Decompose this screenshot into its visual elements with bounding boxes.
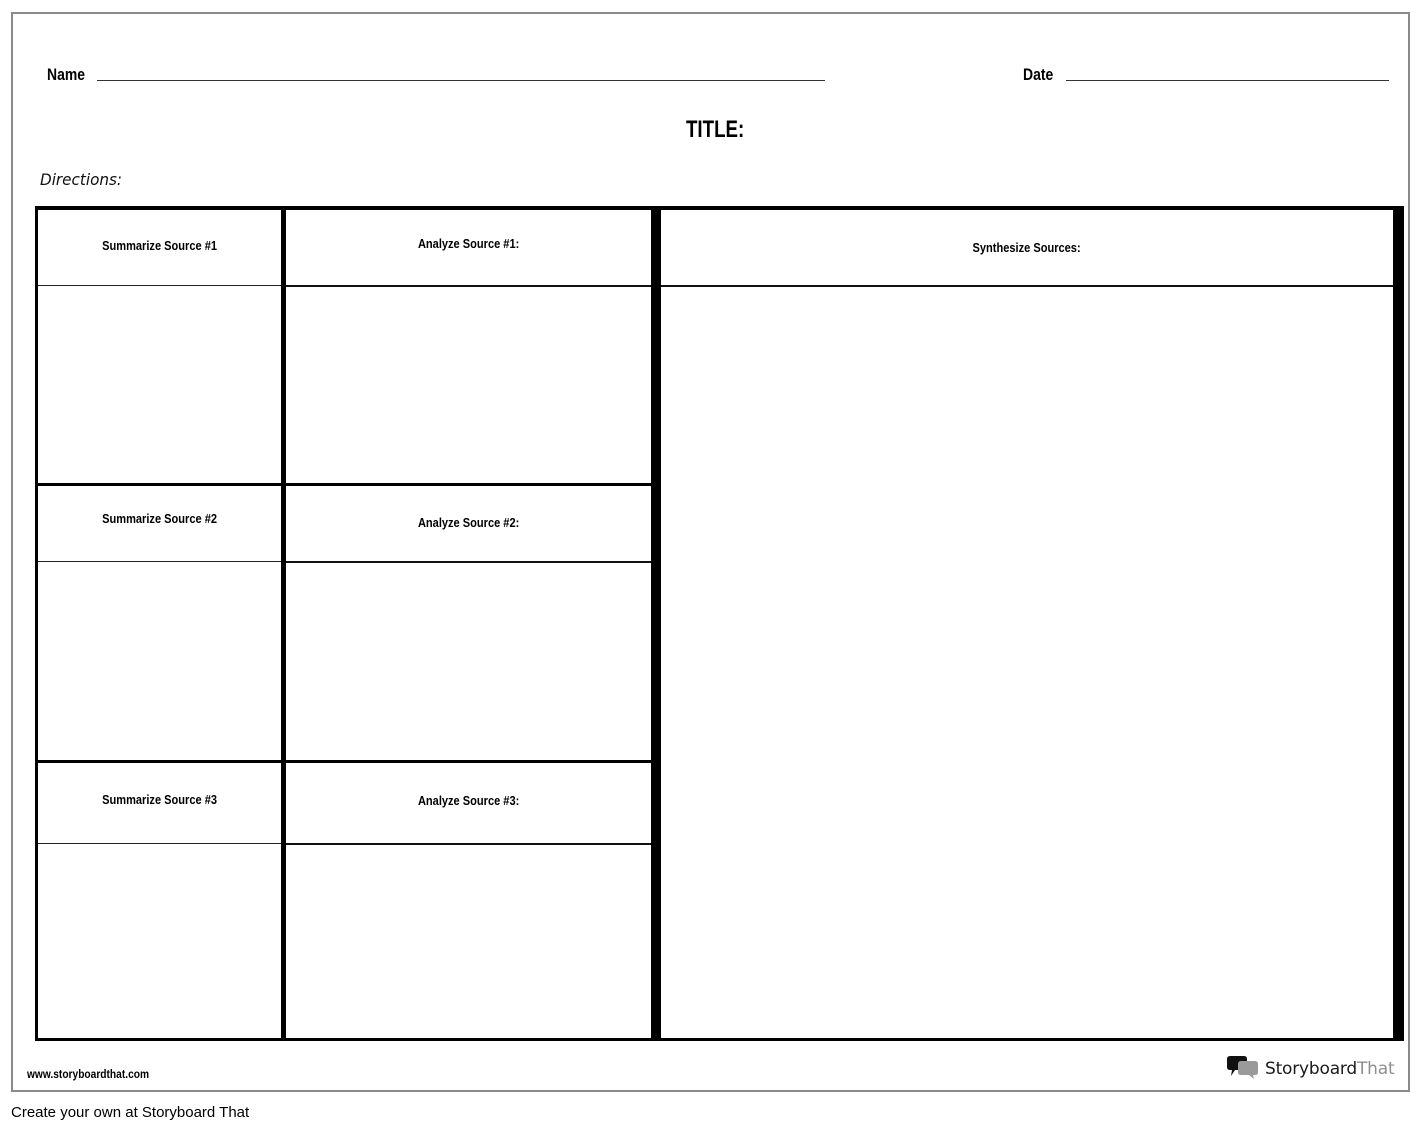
date-field-line[interactable] xyxy=(1066,80,1389,81)
row-divider xyxy=(286,483,651,486)
analyze-source-3-label: Analyze Source #3: xyxy=(417,793,520,808)
brand-secondary: That xyxy=(1357,1059,1395,1079)
summarize-source-1-answer[interactable] xyxy=(38,287,281,483)
analyze-source-3-header: Analyze Source #3: xyxy=(286,764,651,843)
speech-bubbles-icon xyxy=(1227,1054,1259,1085)
row-divider xyxy=(286,760,651,763)
row-divider xyxy=(38,760,281,763)
analyze-source-1-label: Analyze Source #1: xyxy=(417,236,520,251)
create-your-own-link[interactable]: Create your own at Storyboard That xyxy=(11,1104,249,1121)
row-divider xyxy=(38,285,281,286)
column-divider-2 xyxy=(651,206,661,1041)
summarize-source-2-label: Summarize Source #2 xyxy=(102,511,217,526)
brand-primary: Storyboard xyxy=(1265,1059,1357,1079)
brand-name: StoryboardThat xyxy=(1265,1059,1395,1079)
summarize-source-3-answer[interactable] xyxy=(38,845,281,1038)
analyze-source-3-answer[interactable] xyxy=(286,846,651,1038)
row-divider xyxy=(286,843,651,845)
synthesize-sources-label: Synthesize Sources: xyxy=(972,240,1082,255)
worksheet-title: TITLE: xyxy=(686,116,745,143)
summarize-source-1-label: Summarize Source #1 xyxy=(102,238,217,253)
row-divider xyxy=(286,561,651,563)
storyboardthat-logo[interactable]: StoryboardThat xyxy=(1227,1054,1395,1085)
right-thick-border xyxy=(1393,206,1404,1041)
directions-label: Directions: xyxy=(40,170,123,189)
summarize-source-3-label: Summarize Source #3 xyxy=(102,792,217,807)
row-divider xyxy=(38,843,281,844)
analyze-source-1-answer[interactable] xyxy=(286,288,651,483)
name-field-line[interactable] xyxy=(97,80,825,81)
analyze-source-2-label: Analyze Source #2: xyxy=(417,515,520,530)
summarize-source-1-header: Summarize Source #1 xyxy=(38,210,281,285)
name-label: Name xyxy=(47,65,85,84)
row-divider xyxy=(661,285,1393,287)
summarize-source-2-answer[interactable] xyxy=(38,563,281,759)
summarize-source-3-header: Summarize Source #3 xyxy=(38,766,281,842)
analyze-source-1-header: Analyze Source #1: xyxy=(286,210,651,285)
row-divider xyxy=(286,285,651,287)
analyze-source-2-header: Analyze Source #2: xyxy=(286,487,651,561)
analyze-source-2-answer[interactable] xyxy=(286,564,651,760)
synthesize-sources-answer[interactable] xyxy=(661,288,1393,1038)
row-divider xyxy=(38,561,281,562)
synthesize-sources-header: Synthesize Sources: xyxy=(661,210,1393,285)
footer-url[interactable]: www.storyboardthat.com xyxy=(27,1067,149,1081)
summarize-source-2-header: Summarize Source #2 xyxy=(38,486,281,561)
date-label: Date xyxy=(1023,65,1054,84)
